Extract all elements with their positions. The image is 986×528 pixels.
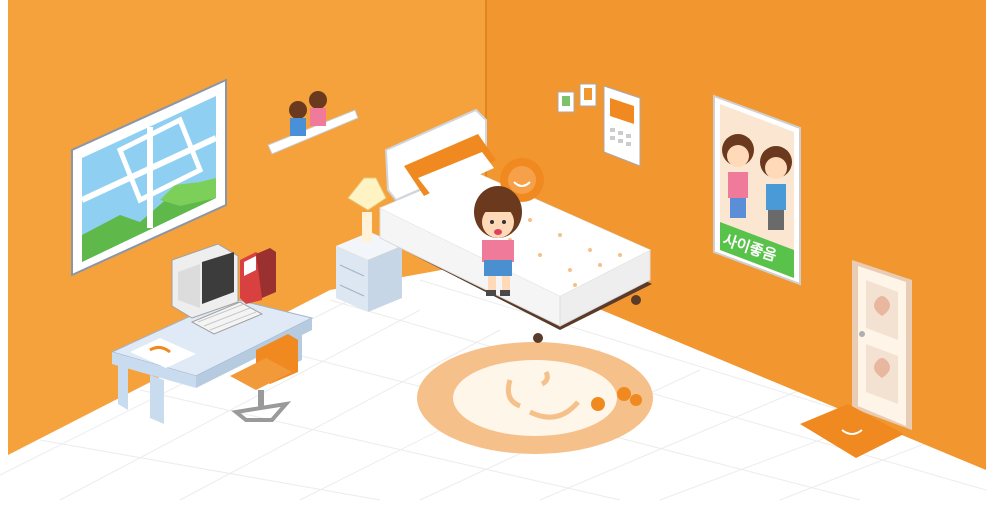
room-scene: 사이좋음 [0,0,986,528]
poster: 사이좋음 [713,94,801,286]
calendar [603,85,641,167]
door[interactable] [852,260,912,430]
round-rug[interactable] [417,342,653,454]
isometric-room: 사이좋음 [0,0,986,501]
door-knob[interactable] [859,331,865,337]
